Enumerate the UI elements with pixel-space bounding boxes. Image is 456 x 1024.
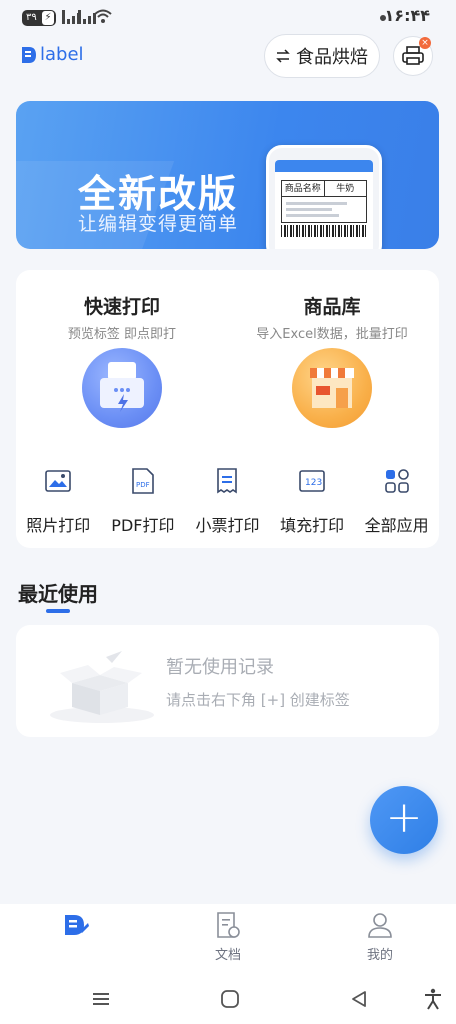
label-sample: 商品名称 牛奶 bbox=[281, 180, 367, 223]
promo-banner[interactable]: 全新改版 让编辑变得更简单 商品名称 牛奶 bbox=[16, 101, 439, 249]
logo-icon bbox=[22, 46, 36, 63]
shortcut-photo-print[interactable]: 照片打印 bbox=[16, 466, 101, 536]
recent-apps-button[interactable] bbox=[86, 984, 116, 1014]
pdf-icon: PDF bbox=[132, 468, 154, 494]
status-time: ۱۶:۴۴ bbox=[384, 6, 430, 25]
logo-text: label bbox=[40, 44, 84, 65]
shortcut-receipt-print[interactable]: 小票打印 bbox=[185, 466, 270, 536]
home-square-icon bbox=[221, 990, 239, 1008]
shortcut-label: PDF打印 bbox=[111, 516, 175, 535]
fill-print-icon: 123 bbox=[299, 470, 325, 492]
shortcut-all-apps[interactable]: 全部应用 bbox=[354, 466, 439, 536]
charging-icon: ⚡ bbox=[42, 11, 54, 25]
bottom-navigation: 文档 我的 bbox=[0, 904, 456, 974]
product-library-icon[interactable] bbox=[292, 348, 372, 428]
shortcut-label: 全部应用 bbox=[364, 516, 429, 535]
battery-indicator: ۳۹ ⚡ bbox=[22, 10, 56, 26]
receipt-icon bbox=[217, 468, 238, 494]
shortcut-pdf-print[interactable]: PDF PDF打印 bbox=[101, 466, 186, 536]
home-button[interactable] bbox=[215, 984, 245, 1014]
barcode-graphic bbox=[281, 225, 367, 237]
banner-subtitle: 让编辑变得更简单 bbox=[78, 213, 239, 235]
printer-icon bbox=[402, 46, 424, 65]
phone-illustration: 商品名称 牛奶 bbox=[266, 145, 382, 249]
all-apps-icon bbox=[384, 469, 409, 493]
shortcut-fill-print[interactable]: 123 填充打印 bbox=[270, 466, 355, 536]
tab-profile-label: 我的 bbox=[366, 948, 393, 963]
tab-documents-label: 文档 bbox=[214, 948, 241, 963]
app-logo: label bbox=[20, 44, 84, 65]
recent-empty-state: 暂无使用记录 请点击右下角 [+] 创建标签 bbox=[16, 625, 439, 737]
quick-print-title: 快速打印 bbox=[83, 296, 160, 318]
tab-profile[interactable]: 我的 bbox=[304, 904, 456, 974]
phone-screen: 商品名称 牛奶 bbox=[275, 160, 373, 249]
shortcut-label: 小票打印 bbox=[195, 516, 260, 535]
accessibility-button[interactable] bbox=[418, 984, 448, 1014]
menu-icon bbox=[93, 993, 109, 1005]
tab-documents[interactable]: 文档 bbox=[152, 904, 304, 974]
shortcut-label: 填充打印 bbox=[280, 516, 345, 535]
quick-print-icon[interactable] bbox=[82, 348, 162, 428]
quick-print-subtitle: 预览标签 即点即打 bbox=[67, 327, 177, 342]
label-sample-header-right: 牛奶 bbox=[323, 181, 367, 196]
product-library-title: 商品库 bbox=[303, 296, 361, 318]
image-icon bbox=[45, 470, 72, 492]
accessibility-icon bbox=[425, 988, 441, 1010]
empty-state-hint: 请点击右下角 [+] 创建标签 bbox=[166, 691, 350, 709]
category-label: 食品烘焙 bbox=[296, 47, 368, 68]
battery-level: ۳۹ bbox=[26, 12, 37, 23]
quick-actions-card: 快速打印 预览标签 即点即打 商品库 导入Excel数据，批量打印 照片打印 P… bbox=[16, 270, 439, 548]
status-bar: ۳۹ ⚡ ۱۶:۴۴ bbox=[0, 0, 456, 34]
printer-disconnected-badge: × bbox=[419, 37, 431, 49]
back-triangle-icon bbox=[352, 991, 366, 1007]
product-library-entry[interactable]: 商品库 导入Excel数据，批量打印 bbox=[232, 292, 432, 342]
category-switch-button[interactable]: 食品烘焙 bbox=[264, 34, 380, 78]
recent-title-underline bbox=[46, 609, 70, 613]
tab-home[interactable] bbox=[0, 904, 152, 974]
label-sample-header-left: 商品名称 bbox=[284, 184, 321, 194]
recent-section-title: 最近使用 bbox=[18, 582, 98, 606]
shortcut-label: 照片打印 bbox=[26, 516, 91, 535]
system-navigation-bar bbox=[0, 974, 456, 1024]
wifi-icon bbox=[94, 9, 112, 23]
create-label-button[interactable]: + bbox=[370, 786, 438, 854]
document-icon bbox=[217, 912, 240, 938]
printer-button[interactable]: × bbox=[393, 36, 433, 76]
svg-text:PDF: PDF bbox=[136, 481, 150, 489]
product-library-subtitle: 导入Excel数据，批量打印 bbox=[256, 327, 408, 342]
home-logo-icon bbox=[65, 915, 89, 935]
empty-state-title: 暂无使用记录 bbox=[166, 657, 274, 678]
shortcut-row: 照片打印 PDF PDF打印 小票打印 123 填充打印 全部应用 bbox=[16, 466, 439, 536]
profile-icon bbox=[368, 913, 392, 938]
empty-box-illustration bbox=[50, 651, 154, 723]
svg-text:123: 123 bbox=[305, 478, 322, 488]
swap-icon bbox=[276, 49, 290, 63]
back-button[interactable] bbox=[344, 984, 374, 1014]
quick-print-entry[interactable]: 快速打印 预览标签 即点即打 bbox=[22, 292, 222, 342]
